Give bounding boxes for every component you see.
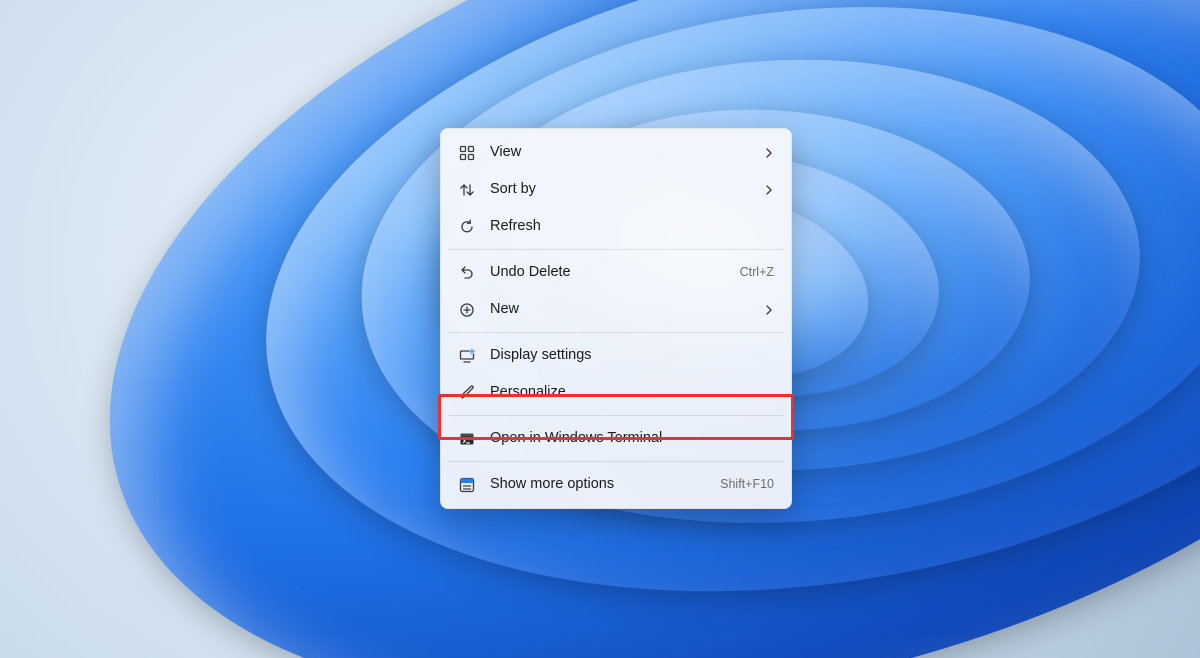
view-icon [458,144,476,162]
menu-item-label: Open in Windows Terminal [490,431,774,446]
menu-separator [448,249,784,250]
menu-separator [448,332,784,333]
menu-item-label: New [490,302,756,317]
menu-item-undo-delete[interactable]: Undo Delete Ctrl+Z [446,254,786,291]
menu-item-view[interactable]: View [446,134,786,171]
menu-item-sort-by[interactable]: Sort by [446,171,786,208]
menu-item-label: Undo Delete [490,265,732,280]
menu-item-label: Sort by [490,182,756,197]
undo-icon [458,264,476,282]
menu-item-label: Personalize [490,385,774,400]
desktop-context-menu: View Sort by [440,128,792,509]
menu-item-accelerator: Ctrl+Z [740,266,774,279]
menu-item-personalize[interactable]: Personalize [446,374,786,411]
menu-separator [448,415,784,416]
menu-separator [448,461,784,462]
menu-item-label: Refresh [490,219,774,234]
menu-item-new[interactable]: New [446,291,786,328]
show-more-icon [458,476,476,494]
refresh-icon [458,218,476,236]
sort-icon [458,181,476,199]
menu-item-label: View [490,145,756,160]
chevron-right-icon [764,148,774,158]
menu-item-label: Display settings [490,348,774,363]
new-icon [458,301,476,319]
menu-item-open-terminal[interactable]: Open in Windows Terminal [446,420,786,457]
chevron-right-icon [764,305,774,315]
menu-item-display-settings[interactable]: Display settings [446,337,786,374]
menu-item-refresh[interactable]: Refresh [446,208,786,245]
terminal-icon [458,430,476,448]
menu-item-show-more-options[interactable]: Show more options Shift+F10 [446,466,786,503]
display-settings-icon [458,347,476,365]
menu-item-accelerator: Shift+F10 [720,478,774,491]
chevron-right-icon [764,185,774,195]
personalize-icon [458,384,476,402]
menu-item-label: Show more options [490,477,712,492]
